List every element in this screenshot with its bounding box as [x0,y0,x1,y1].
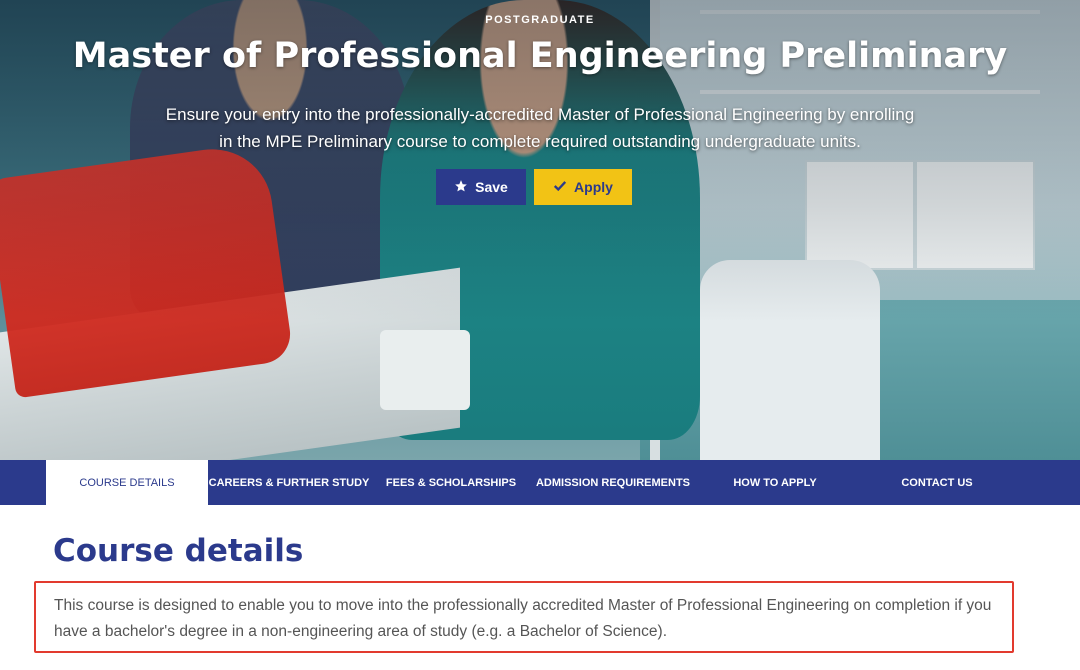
save-button-label: Save [475,179,508,195]
apply-button-label: Apply [574,179,613,195]
hero-eyebrow: POSTGRADUATE [485,14,595,26]
course-intro-text: This course is designed to enable you to… [54,597,992,640]
tab-course-details[interactable]: COURSE DETAILS [46,460,208,505]
tab-contact-us[interactable]: CONTACT US [856,460,1018,505]
tab-careers-further-study[interactable]: CAREERS & FURTHER STUDY [208,460,370,505]
star-icon [454,179,468,196]
hero-subtitle: Ensure your entry into the professionall… [165,105,915,151]
tab-fees-scholarships[interactable]: FEES & SCHOLARSHIPS [370,460,532,505]
check-icon [553,179,567,196]
tab-how-to-apply[interactable]: HOW TO APPLY [694,460,856,505]
tab-admission-requirements[interactable]: ADMISSION REQUIREMENTS [532,460,694,505]
apply-button[interactable]: Apply [534,169,632,205]
save-button[interactable]: Save [436,169,526,205]
course-tab-nav: COURSE DETAILS CAREERS & FURTHER STUDY F… [0,460,1080,505]
hero-banner: POSTGRADUATE Master of Professional Engi… [0,0,1080,460]
page-title: Master of Professional Engineering Preli… [72,36,1008,76]
section-title: Course details [53,533,304,569]
